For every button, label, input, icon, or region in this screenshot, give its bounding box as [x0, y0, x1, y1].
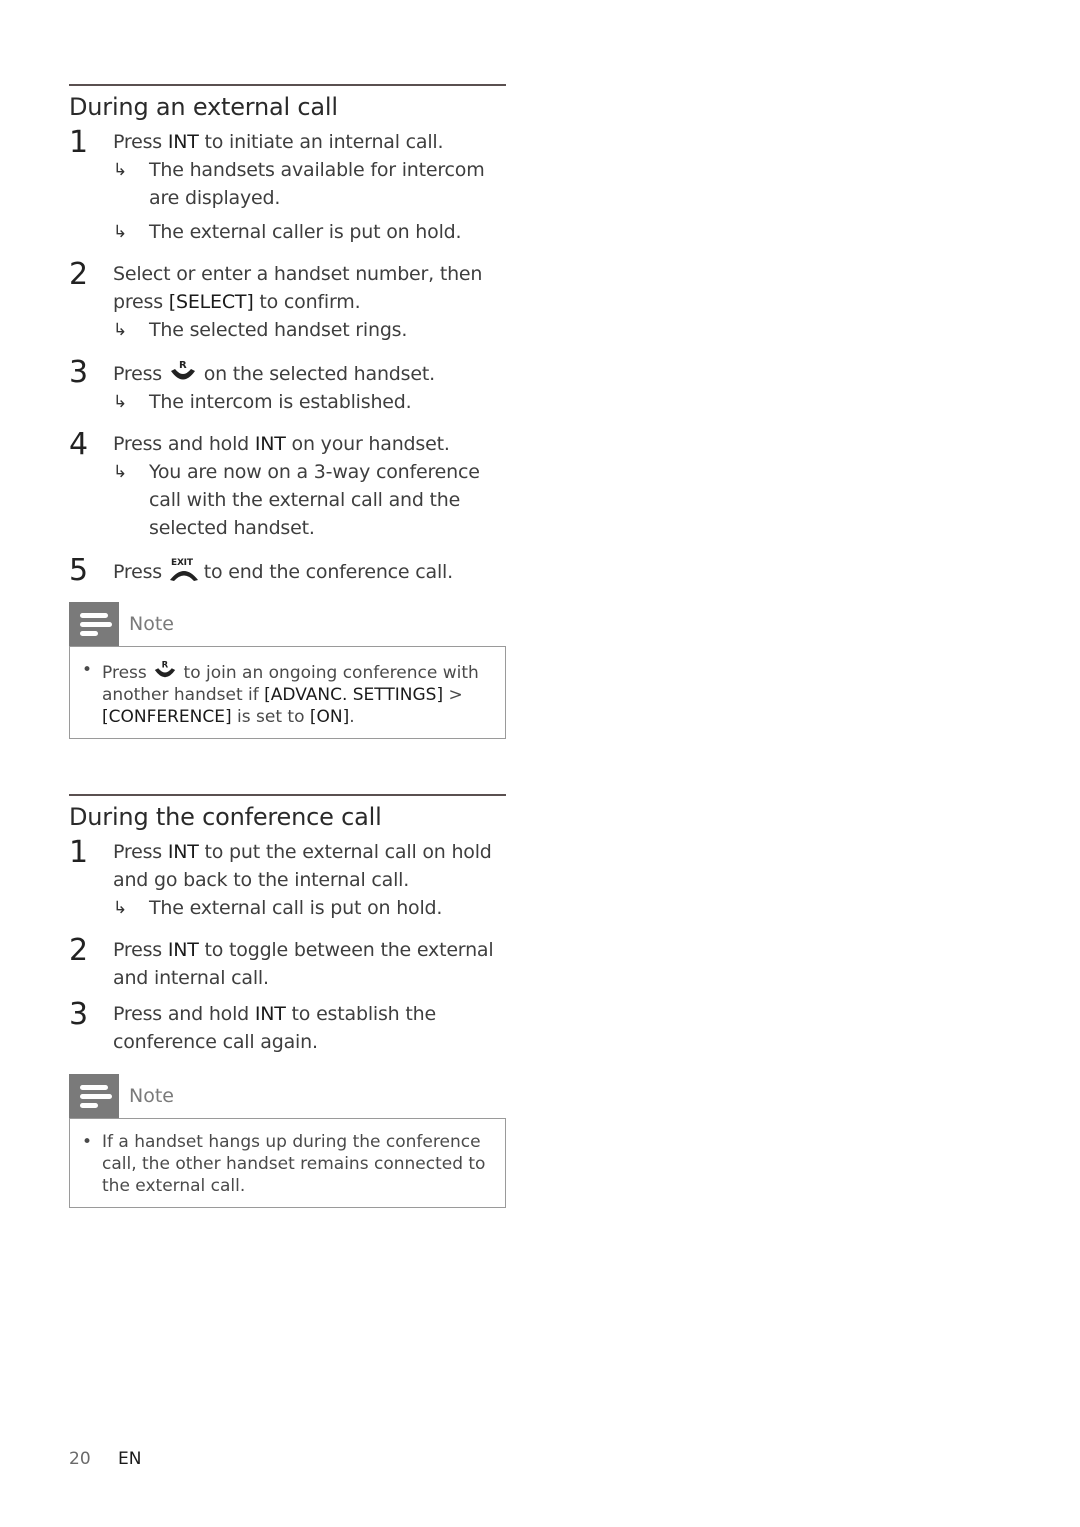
result: ↳ The intercom is established.	[113, 388, 506, 416]
result: ↳ The handsets available for intercom are…	[113, 156, 506, 212]
svg-text:R: R	[162, 659, 169, 669]
note-item: • If a handset hangs up during the confe…	[82, 1132, 486, 1196]
key-int: INT	[254, 433, 286, 455]
page-number: 20	[69, 1449, 91, 1469]
section-rule	[69, 84, 506, 86]
result: ↳ You are now on a 3-way conference call …	[113, 458, 506, 542]
result-arrow-icon: ↳	[113, 320, 128, 340]
note-box: Note • If a handset hangs up during the …	[69, 1074, 506, 1208]
step-number: 5	[69, 553, 88, 588]
key-int: INT	[167, 841, 199, 863]
svg-text:EXIT: EXIT	[171, 558, 194, 568]
page-footer: 20 EN	[69, 1449, 142, 1469]
section-title: During the conference call	[69, 803, 382, 831]
result: ↳ The selected handset rings.	[113, 316, 506, 344]
step-number: 3	[69, 997, 88, 1032]
result-arrow-icon: ↳	[113, 462, 128, 482]
talk-r-icon: R	[168, 358, 198, 382]
step-2: 2 Press INT to toggle between the extern…	[69, 933, 494, 990]
result-arrow-icon: ↳	[113, 160, 128, 180]
note-item: • Press R to join an ongoing conference …	[82, 659, 479, 727]
step-number: 1	[69, 835, 88, 870]
result: ↳ The external caller is put on hold.	[113, 218, 506, 246]
section-conference-call: During the conference call 1 Press INT t…	[69, 794, 506, 1208]
note-icon	[69, 1074, 119, 1118]
step-1: 1 Press INT to put the external call on …	[69, 835, 492, 892]
step-number: 3	[69, 355, 88, 390]
step-number: 1	[69, 125, 88, 160]
note-label: Note	[129, 613, 174, 635]
key-int: INT	[167, 939, 199, 961]
result-arrow-icon: ↳	[113, 392, 128, 412]
section-rule	[69, 794, 506, 796]
svg-text:R: R	[179, 360, 187, 371]
step-number: 4	[69, 427, 88, 462]
key-int: INT	[167, 131, 199, 153]
key-select: [SELECT]	[168, 291, 254, 313]
step-3: 3 Press R on the selected handset.	[69, 355, 435, 390]
end-call-exit-icon: EXIT	[168, 556, 198, 581]
step-5: 5 Press EXIT to end the conference call.	[69, 553, 453, 588]
result-arrow-icon: ↳	[113, 898, 128, 918]
step-3: 3 Press and hold INT to establish the co…	[69, 997, 436, 1054]
step-2: 2 Select or enter a handset number, then…	[69, 257, 483, 314]
note-box: Note • Press R to join an ongoing confer…	[69, 602, 506, 739]
language-code: EN	[118, 1449, 142, 1469]
note-icon	[69, 602, 119, 646]
section-title: During an external call	[69, 93, 338, 121]
step-number: 2	[69, 257, 88, 292]
key-int: INT	[254, 1003, 286, 1025]
step-4: 4 Press and hold INT on your handset.	[69, 427, 450, 462]
talk-r-icon: R	[152, 659, 178, 679]
step-1: 1 Press INT to initiate an internal call…	[69, 125, 444, 160]
result-arrow-icon: ↳	[113, 222, 128, 242]
step-number: 2	[69, 933, 88, 968]
section-external-call: During an external call 1 Press INT to i…	[69, 84, 506, 739]
note-label: Note	[129, 1085, 174, 1107]
result: ↳ The external call is put on hold.	[113, 894, 506, 922]
